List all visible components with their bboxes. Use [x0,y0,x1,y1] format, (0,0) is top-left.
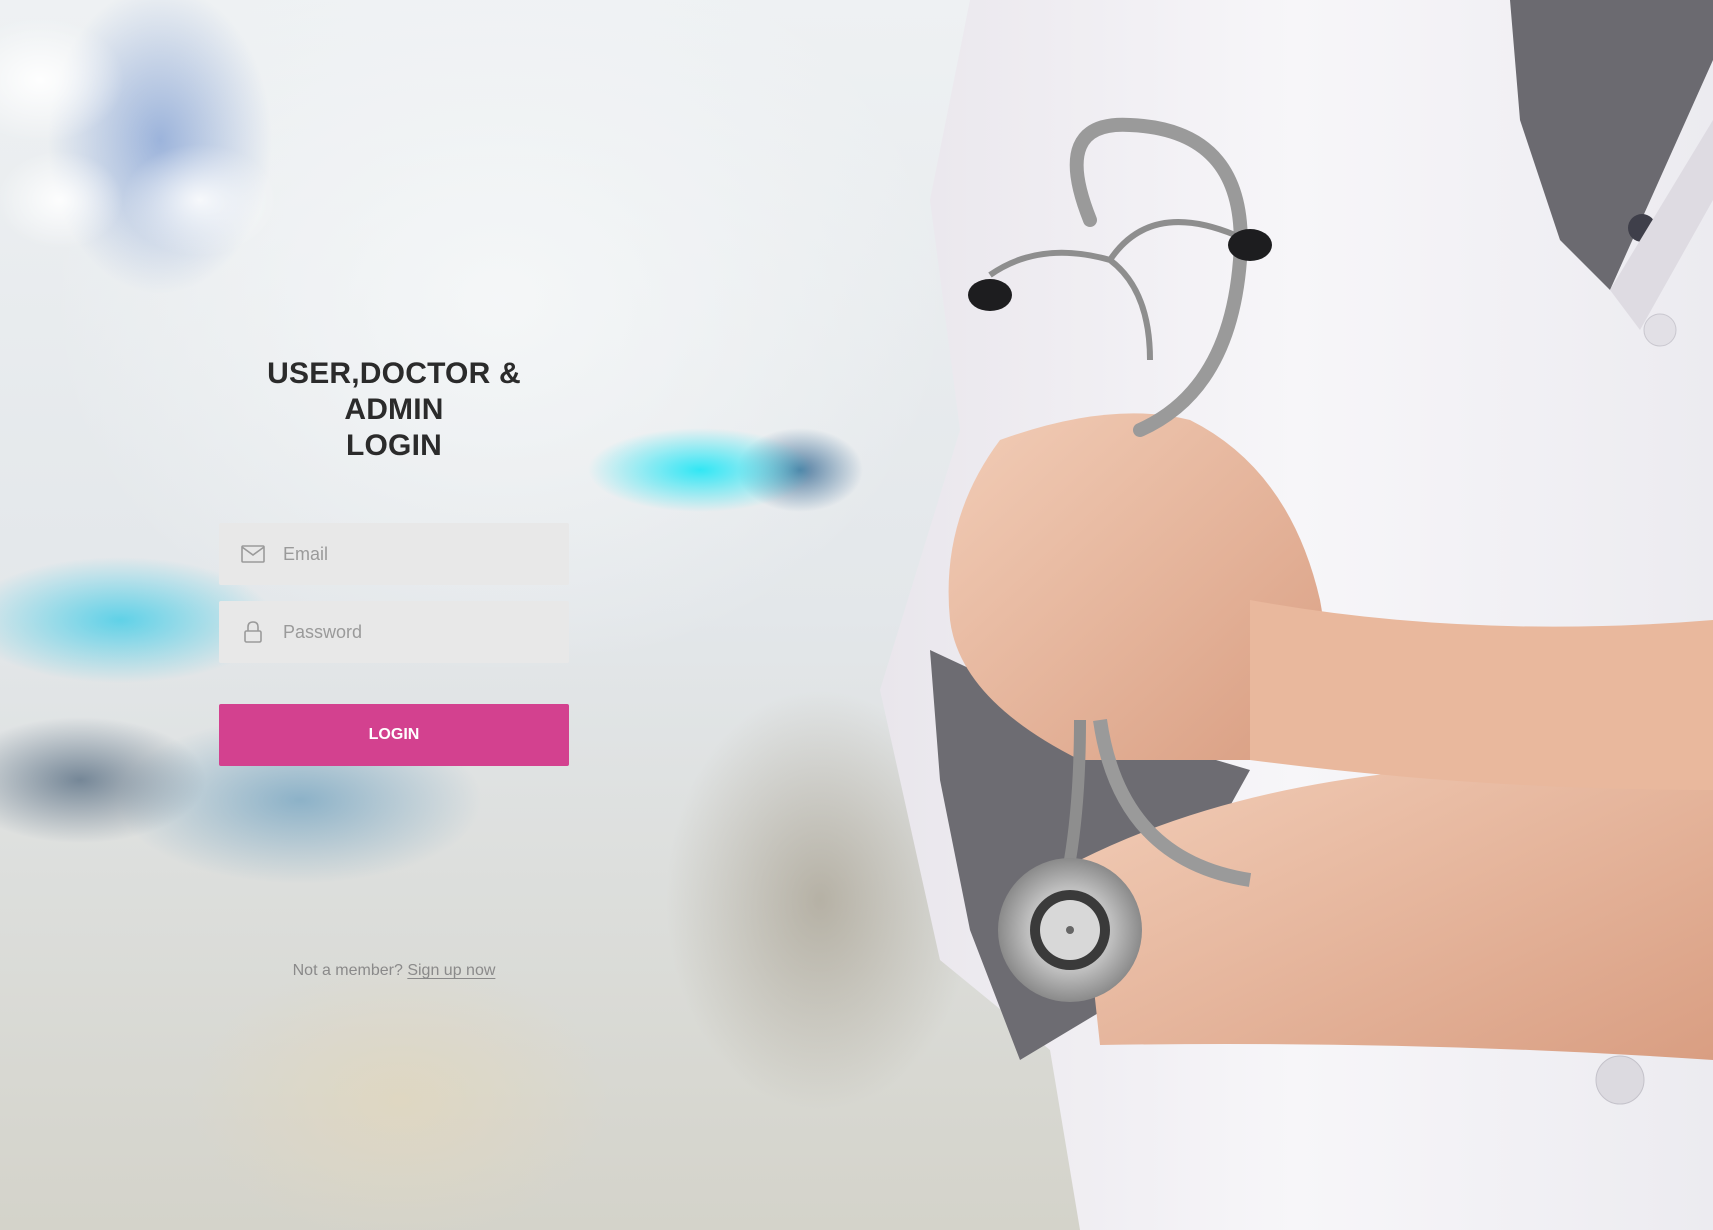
password-field[interactable] [219,601,569,663]
login-form: USER,DOCTOR & ADMIN LOGIN LOGIN [219,356,569,766]
signup-prompt: Not a member? Sign up now [219,962,569,980]
email-field[interactable] [219,523,569,585]
doctor-image [880,0,1713,1230]
login-title-line1: USER,DOCTOR & ADMIN [267,357,521,426]
signup-link[interactable]: Sign up now [407,962,495,979]
password-input[interactable] [283,612,543,652]
mail-icon [241,542,265,566]
login-button[interactable]: LOGIN [219,704,569,766]
login-title: USER,DOCTOR & ADMIN LOGIN [219,356,569,464]
signup-prompt-text: Not a member? [292,962,403,979]
email-input[interactable] [283,534,543,574]
lock-icon [241,620,265,644]
login-title-line2: LOGIN [346,429,442,462]
login-page: USER,DOCTOR & ADMIN LOGIN LOGIN [0,0,1713,1230]
